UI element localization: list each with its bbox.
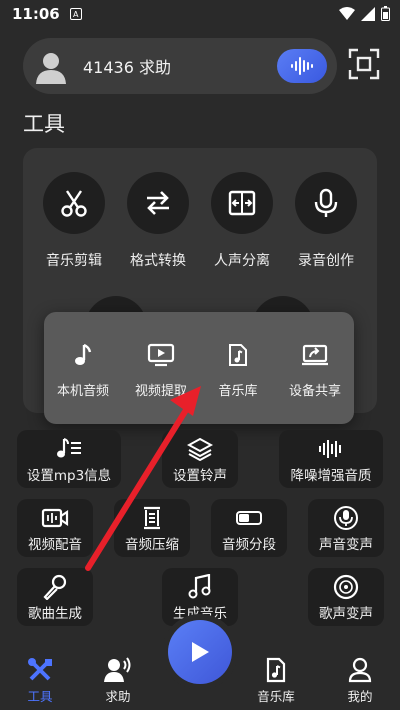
split-icon: [228, 190, 256, 216]
card-label: 音频分段: [222, 537, 276, 553]
section-title: 工具: [23, 112, 65, 136]
help-search-text: 41436 求助: [83, 58, 171, 77]
card-label: 歌声变声: [319, 606, 373, 622]
nav-label: 工具: [27, 689, 53, 704]
card-singing-voice-change[interactable]: 歌声变声: [308, 568, 384, 626]
nav-label: 求助: [105, 689, 131, 704]
popup-label: 音乐库: [218, 384, 258, 399]
scan-icon[interactable]: [348, 48, 380, 80]
status-bar: 11:06 A: [0, 0, 400, 28]
person-icon: [348, 657, 372, 683]
music-note-icon: [75, 343, 92, 365]
tool-record[interactable]: 录音创作: [289, 172, 363, 270]
card-label: 视频配音: [28, 537, 82, 553]
card-song-generate[interactable]: 歌曲生成: [17, 568, 93, 626]
scissors-icon: [61, 190, 87, 217]
popup-label: 设备共享: [288, 384, 341, 399]
video-play-icon: [147, 343, 175, 367]
disc-icon: [333, 574, 359, 600]
popup-label: 本机音频: [56, 384, 109, 399]
voice-change-icon: [334, 506, 358, 530]
card-label: 音频压缩: [125, 537, 179, 553]
voice-input-button[interactable]: [277, 49, 327, 83]
microphone-icon: [43, 574, 67, 600]
popup-item-local-audio[interactable]: 本机音频: [44, 342, 122, 399]
segment-icon: [236, 511, 262, 525]
music-notes-icon: [188, 574, 211, 599]
tool-music-edit[interactable]: 音乐剪辑: [37, 172, 111, 270]
popup-item-video-extract[interactable]: 视频提取: [122, 342, 200, 399]
card-label: 降噪增强音质: [290, 468, 372, 484]
waveform-icon: [291, 57, 313, 75]
play-icon: [192, 642, 209, 662]
source-popup-menu: 本机音频 视频提取 音乐库 设备共享: [44, 312, 354, 424]
nav-tools[interactable]: 工具: [8, 656, 72, 705]
nav-profile[interactable]: 我的: [328, 656, 392, 705]
card-ringtone[interactable]: 设置铃声: [162, 430, 238, 488]
mp3-info-icon: [57, 438, 81, 458]
status-indicators: [339, 6, 390, 21]
status-time: 11:06: [12, 5, 60, 23]
tool-label: 音乐剪辑: [46, 253, 102, 269]
nav-label: 我的: [347, 689, 373, 704]
popup-item-music-library[interactable]: 音乐库: [199, 342, 277, 399]
screen-share-icon: [302, 344, 328, 366]
nav-label: 音乐库: [257, 689, 295, 704]
nav-music-library[interactable]: 音乐库: [244, 656, 308, 705]
card-label: 歌曲生成: [28, 606, 82, 622]
tools-icon: [28, 658, 52, 681]
tool-circle: [127, 172, 189, 234]
avatar-icon: [36, 53, 66, 84]
layers-icon: [187, 437, 213, 461]
tool-circle: [43, 172, 105, 234]
tool-format-convert[interactable]: 格式转换: [121, 172, 195, 270]
card-label: 设置铃声: [173, 468, 227, 484]
tool-circle: [211, 172, 273, 234]
nav-help[interactable]: 求助: [86, 656, 150, 705]
tool-label: 录音创作: [298, 253, 354, 269]
waveform-icon: [319, 440, 341, 458]
microphone-icon: [314, 188, 338, 217]
popup-item-device-share[interactable]: 设备共享: [276, 342, 354, 399]
tool-label: 人声分离: [214, 253, 270, 269]
compress-icon: [144, 506, 160, 530]
card-music-generate[interactable]: 生成音乐: [162, 568, 238, 626]
tool-vocal-separate[interactable]: 人声分离: [205, 172, 279, 270]
card-label: 设置mp3信息: [26, 468, 112, 484]
card-mp3-info[interactable]: 设置mp3信息: [17, 430, 121, 488]
help-search-bar[interactable]: 41436 求助: [23, 38, 337, 94]
card-label: 生成音乐: [173, 606, 227, 622]
tool-circle: [295, 172, 357, 234]
card-voice-change[interactable]: 声音变声: [308, 499, 384, 557]
music-file-icon: [266, 657, 286, 683]
music-file-icon: [229, 344, 247, 366]
card-video-dub[interactable]: 视频配音: [17, 499, 93, 557]
battery-icon: [381, 6, 390, 21]
popup-label: 视频提取: [134, 384, 187, 399]
play-button[interactable]: [168, 620, 232, 684]
wifi-icon: [339, 6, 355, 20]
card-label: 声音变声: [319, 537, 373, 553]
help-voice-icon: [104, 657, 131, 682]
card-denoise[interactable]: 降噪增强音质: [279, 430, 383, 488]
card-audio-segment[interactable]: 音频分段: [211, 499, 287, 557]
tool-label: 格式转换: [130, 253, 186, 269]
card-audio-compress[interactable]: 音频压缩: [114, 499, 190, 557]
swap-arrows-icon: [147, 191, 169, 215]
notification-icon: A: [69, 8, 82, 20]
video-dub-icon: [41, 508, 69, 528]
signal-icon: [361, 6, 375, 21]
